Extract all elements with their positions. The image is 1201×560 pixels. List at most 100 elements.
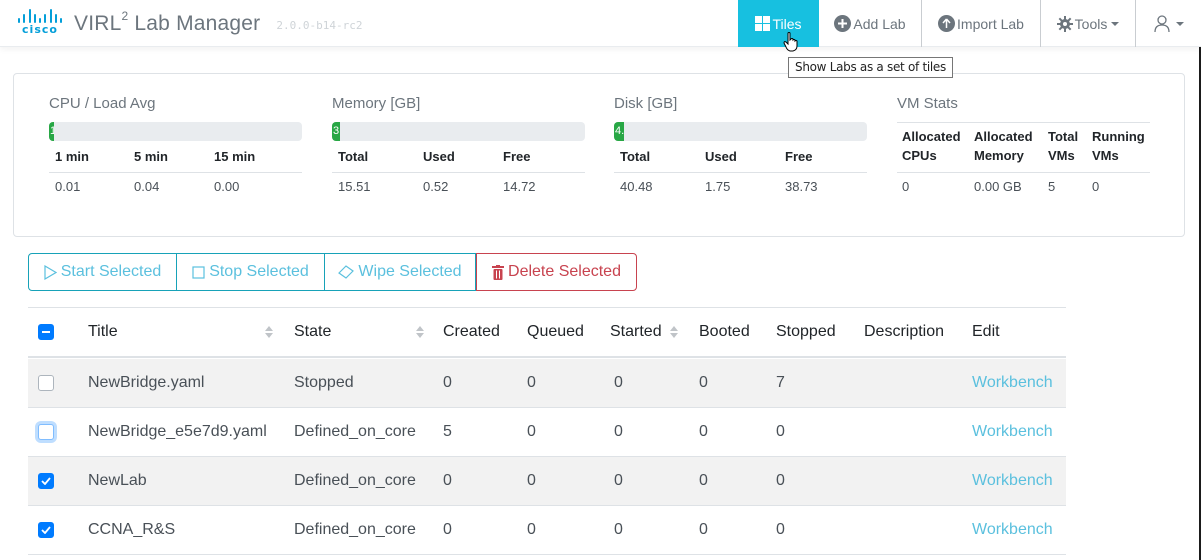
wipe-selected-label: Wipe Selected [358,263,462,280]
cpu-header-row: 1 min 5 min 15 min [49,145,302,173]
row-checkbox[interactable] [38,473,54,489]
table-row: NewBridge_e5e7d9.yaml Defined_on_core 5 0 0 0… [28,408,1066,457]
workbench-link[interactable]: Workbench [972,506,1053,554]
cpu-value: 0.04 [134,179,160,194]
disk-value: 1.75 [705,179,731,194]
memory-header: Total [338,149,369,164]
vm-value: 0.00 GB [974,179,1022,194]
select-all-checkbox[interactable] [38,324,54,340]
memory-value: 0.52 [423,179,449,194]
disk-value: 40.48 [620,179,653,194]
top-navbar: cisco VIRL2 Lab Manager 2.0.0-b14-rc2 Ti… [0,0,1201,47]
vm-header: Running VMs [1092,129,1145,163]
add-lab-button[interactable]: Add Lab [819,0,922,47]
start-selected-button[interactable]: Start Selected [28,253,177,291]
row-checkbox[interactable] [38,522,54,538]
app-title-sup: 2 [121,8,129,23]
cell-started: 0 [614,374,623,391]
cpu-value: 0.01 [55,179,81,194]
user-dropdown[interactable] [1136,0,1201,47]
trash-icon [492,264,505,280]
disk-value-row: 40.48 1.75 38.73 [614,173,867,201]
cell-queued: 0 [527,472,536,489]
column-header-queued: Queued [527,323,584,340]
cell-stopped: 0 [776,521,785,538]
cell-queued: 0 [527,521,536,538]
cisco-bars-icon [16,9,64,23]
start-selected-label: Start Selected [60,263,162,280]
cpu-header: 1 min [55,149,89,164]
vm-value: 0 [1092,179,1100,194]
cpu-header: 5 min [134,149,168,164]
plus-circle-icon [834,15,852,32]
disk-header: Total [620,149,651,164]
vm-stats-title: VM Stats [897,95,958,112]
column-header-booted: Booted [699,323,750,340]
column-header-state[interactable]: State [294,308,331,356]
table-row: CCNA_R&S Defined_on_core 0 0 0 0 0 Workbench [28,506,1066,555]
system-stats-card: CPU / Load Avg 1 1 min 5 min 15 min 0.01… [13,73,1185,237]
memory-progress: 3 [332,122,585,141]
select-all-cell [38,308,54,356]
memory-header: Used [423,149,455,164]
cell-booted: 0 [699,374,708,391]
cell-stopped: 0 [776,472,785,489]
sort-icon[interactable] [416,326,424,338]
column-header-title[interactable]: Title [88,308,118,356]
cisco-logo: cisco [16,9,64,37]
delete-selected-label: Delete Selected [508,263,621,280]
memory-progress-bar: 3 [332,122,340,141]
workbench-link[interactable]: Workbench [972,457,1053,505]
add-lab-label: Add Lab [853,15,906,32]
cell-created: 0 [443,472,452,489]
user-icon [1153,14,1170,33]
cpu-header: 15 min [214,149,256,164]
sort-icon[interactable] [670,326,678,338]
stop-selected-button[interactable]: Stop Selected [177,253,325,291]
eraser-icon [338,265,355,279]
cell-queued: 0 [527,374,536,391]
row-select-cell [38,506,54,554]
cell-title: CCNA_R&S [88,521,176,538]
app-title-rest: Lab Manager [128,11,261,35]
play-icon [44,264,57,280]
cell-stopped: 7 [776,374,785,391]
cell-started: 0 [614,472,623,489]
cell-state: Defined_on_core [294,472,416,489]
disk-header: Used [705,149,737,164]
column-header-description: Description [864,323,945,340]
cell-started: 0 [614,423,623,440]
cell-state: Defined_on_core [294,521,416,538]
app-title: VIRL2 Lab Manager [74,8,261,36]
workbench-link[interactable]: Workbench [972,408,1053,456]
sort-icon[interactable] [265,326,273,338]
memory-value: 14.72 [503,179,536,194]
delete-selected-button[interactable]: Delete Selected [476,253,637,291]
cell-title: NewBridge.yaml [88,374,205,391]
row-select-cell [38,359,54,407]
app-title-main: VIRL [74,11,122,35]
wipe-selected-button[interactable]: Wipe Selected [325,253,476,291]
gear-icon [1056,15,1073,32]
import-lab-button[interactable]: Import Lab [922,0,1041,47]
table-header-row: Title State Created Queued Started Boote… [28,308,1066,358]
cell-started: 0 [614,521,623,538]
tools-dropdown[interactable]: Tools [1041,0,1136,47]
labs-table: Title State Created Queued Started Boote… [28,307,1066,555]
workbench-link[interactable]: Workbench [972,359,1053,407]
app-version: 2.0.0-b14-rc2 [276,18,363,32]
disk-value: 38.73 [785,179,818,194]
vm-header-row: Allocated CPUs Allocated Memory Total VM… [897,122,1150,173]
chevron-down-icon [1111,21,1120,26]
cpu-progress: 1 [49,122,302,141]
disk-header: Free [785,149,813,164]
vm-value: 5 [1048,179,1056,194]
vm-header: Total VMs [1048,129,1079,163]
cell-state: Stopped [294,374,354,391]
row-checkbox[interactable] [38,424,54,440]
cell-state: Defined_on_core [294,423,416,440]
column-header-started[interactable]: Started [610,308,662,356]
row-checkbox[interactable] [38,375,54,391]
tiles-button[interactable]: Tiles [738,0,819,47]
brand[interactable]: cisco VIRL2 Lab Manager 2.0.0-b14-rc2 [16,9,362,37]
